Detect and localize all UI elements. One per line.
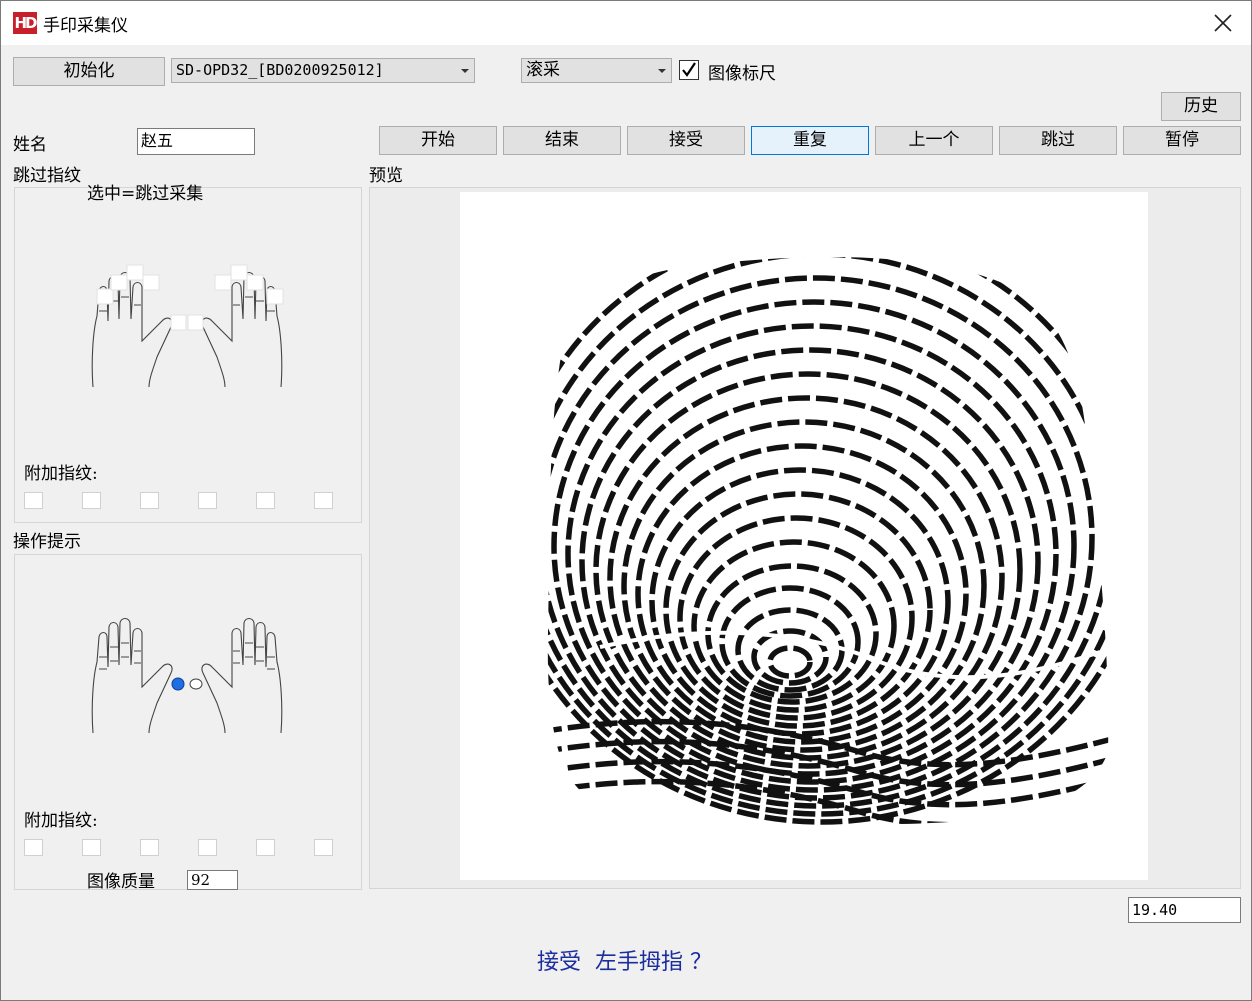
ruler-value: 19.40 <box>1128 897 1241 923</box>
skip-button[interactable]: 跳过 <box>999 126 1117 155</box>
history-button[interactable]: 历史 <box>1161 92 1241 121</box>
close-icon[interactable] <box>1209 9 1237 37</box>
extra-slot[interactable] <box>140 492 159 509</box>
app-logo: HD <box>13 12 38 34</box>
prev-button[interactable]: 上一个 <box>875 126 993 155</box>
active-finger-marker <box>171 677 185 691</box>
name-input[interactable]: 赵五 <box>137 128 255 155</box>
chevron-down-icon <box>658 69 666 73</box>
extra-slot[interactable] <box>24 492 43 509</box>
mode-select[interactable]: 滚采 <box>521 58 672 83</box>
extra-slot[interactable] <box>256 839 275 856</box>
chevron-down-icon <box>461 69 469 73</box>
tips-panel-title: 操作提示 <box>13 532 81 552</box>
extra-slot[interactable] <box>24 839 43 856</box>
skip-hands-diagram <box>91 264 284 388</box>
fingerprint-image <box>460 192 1148 880</box>
extra-slot[interactable] <box>82 492 101 509</box>
tips-extra-label: 附加指纹: <box>24 811 98 831</box>
ruler-label: 图像标尺 <box>708 64 776 84</box>
device-select[interactable]: SD-OPD32_[BD0200925012] <box>171 58 475 83</box>
extra-slot[interactable] <box>314 839 333 856</box>
name-label: 姓名 <box>13 135 47 155</box>
pause-button[interactable]: 暂停 <box>1123 126 1241 155</box>
extra-slot[interactable] <box>82 839 101 856</box>
quality-label: 图像质量 <box>87 872 155 892</box>
window-title: 手印采集仪 <box>43 16 128 36</box>
extra-slot[interactable] <box>198 492 217 509</box>
skip-extra-label: 附加指纹: <box>24 464 98 484</box>
tips-hands-diagram <box>91 617 283 734</box>
mode-select-value: 滚采 <box>526 60 560 80</box>
accept-button[interactable]: 接受 <box>627 126 745 155</box>
skip-hint: 选中=跳过采集 <box>87 184 204 204</box>
fingerprint-icon <box>547 257 1109 826</box>
app-window: HD 手印采集仪 初始化 SD-OPD32_[BD0200925012] 滚采 … <box>0 0 1252 1001</box>
device-select-value: SD-OPD32_[BD0200925012] <box>176 61 384 79</box>
skip-panel-title: 跳过指纹 <box>13 166 81 186</box>
checkmark-icon <box>682 62 696 77</box>
start-button[interactable]: 开始 <box>379 126 497 155</box>
quality-value: 92 <box>187 870 238 890</box>
status-message: 接受 左手拇指 ？ <box>537 950 712 975</box>
title-bar: HD 手印采集仪 <box>1 1 1251 45</box>
extra-slot[interactable] <box>256 492 275 509</box>
preview-title: 预览 <box>369 166 403 186</box>
extra-slot[interactable] <box>314 492 333 509</box>
init-button[interactable]: 初始化 <box>13 57 165 86</box>
extra-slot[interactable] <box>198 839 217 856</box>
extra-slot[interactable] <box>140 839 159 856</box>
ruler-checkbox[interactable] <box>679 60 699 80</box>
end-button[interactable]: 结束 <box>503 126 621 155</box>
repeat-button[interactable]: 重复 <box>751 126 869 155</box>
